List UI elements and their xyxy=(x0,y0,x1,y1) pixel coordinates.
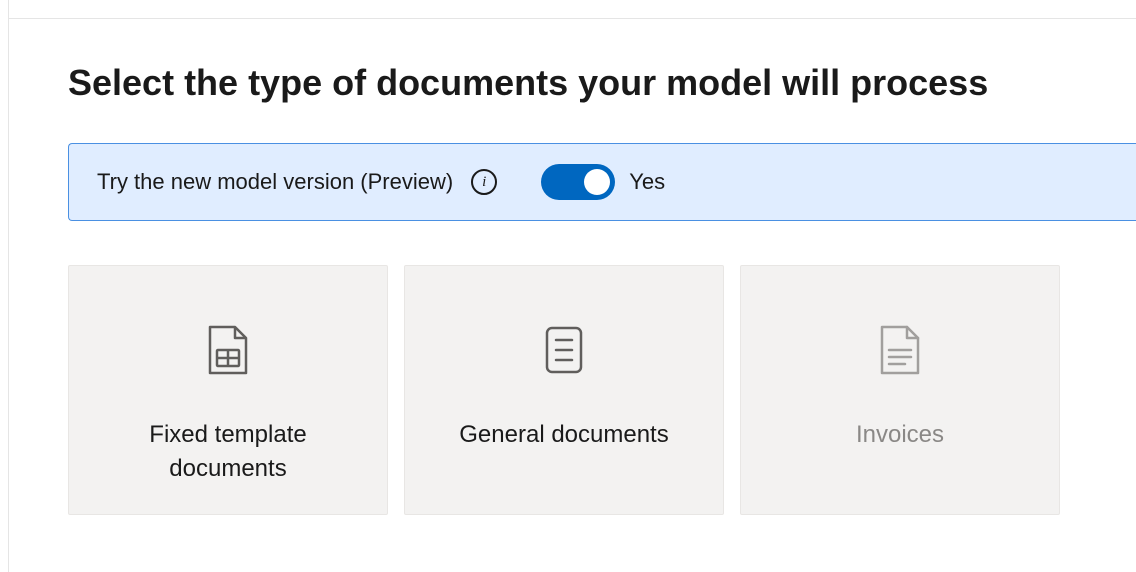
divider-left xyxy=(8,0,9,572)
card-fixed-template[interactable]: Fixed template documents xyxy=(68,265,388,515)
info-icon[interactable]: i xyxy=(471,169,497,195)
card-invoices: Invoices xyxy=(740,265,1060,515)
main-content: Select the type of documents your model … xyxy=(68,60,1136,515)
toggle-container: Yes xyxy=(541,164,665,200)
toggle-knob xyxy=(584,169,610,195)
preview-toggle[interactable] xyxy=(541,164,615,200)
preview-banner: Try the new model version (Preview) i Ye… xyxy=(68,143,1136,221)
preview-label: Try the new model version (Preview) xyxy=(97,169,453,195)
toggle-state-label: Yes xyxy=(629,169,665,195)
card-label: Fixed template documents xyxy=(69,418,387,485)
card-label: Invoices xyxy=(836,418,964,452)
fixed-template-icon xyxy=(207,322,249,378)
general-documents-icon xyxy=(544,322,584,378)
divider-top xyxy=(8,18,1136,19)
page-title: Select the type of documents your model … xyxy=(68,60,1136,105)
card-label: General documents xyxy=(439,418,688,452)
card-general-documents[interactable]: General documents xyxy=(404,265,724,515)
document-type-cards: Fixed template documents General documen… xyxy=(68,265,1136,515)
invoices-icon xyxy=(879,322,921,378)
